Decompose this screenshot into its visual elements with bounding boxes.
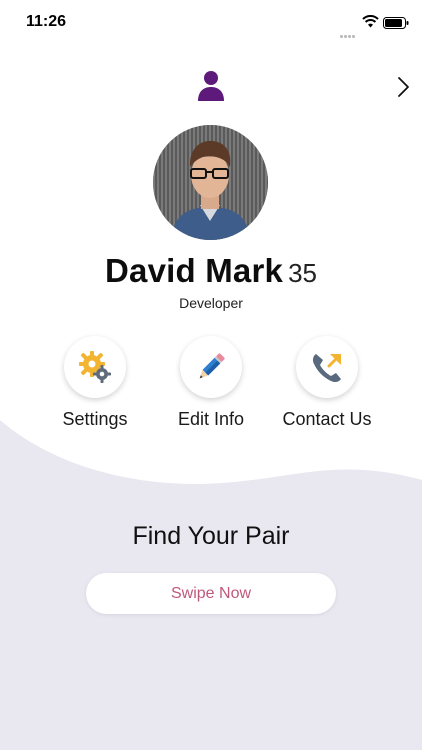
wifi-icon	[362, 15, 379, 28]
contact-us-icon-circle[interactable]	[296, 336, 358, 398]
contact-us-label: Contact Us	[282, 409, 372, 429]
status-bar: 11:26	[0, 0, 422, 44]
pencil-icon	[199, 353, 225, 379]
settings-button[interactable]: Settings	[35, 336, 155, 430]
avatar-photo	[153, 125, 268, 240]
gear-icon	[79, 351, 111, 383]
battery-icon	[383, 17, 409, 29]
edit-info-button[interactable]: Edit Info	[151, 336, 271, 430]
profile-age: 35	[288, 258, 317, 288]
profile-name-row: David Mark 35	[0, 252, 422, 290]
signal-icon	[340, 25, 356, 43]
chevron-right-icon[interactable]	[393, 76, 413, 98]
status-time: 11:26	[26, 13, 67, 30]
settings-icon-circle[interactable]	[64, 336, 126, 398]
contact-us-button[interactable]: Contact Us	[267, 336, 387, 430]
avatar	[153, 125, 268, 240]
edit-info-label: Edit Info	[177, 409, 245, 429]
edit-info-icon-circle[interactable]	[180, 336, 242, 398]
profile-name: David Mark	[105, 252, 284, 289]
profile-title: Developer	[179, 295, 243, 311]
swipe-now-button[interactable]: Swipe Now	[86, 573, 336, 614]
settings-label: Settings	[62, 409, 128, 429]
user-icon[interactable]	[197, 70, 225, 102]
phone-icon	[312, 354, 341, 383]
find-your-pair-heading: Find Your Pair	[132, 522, 290, 550]
